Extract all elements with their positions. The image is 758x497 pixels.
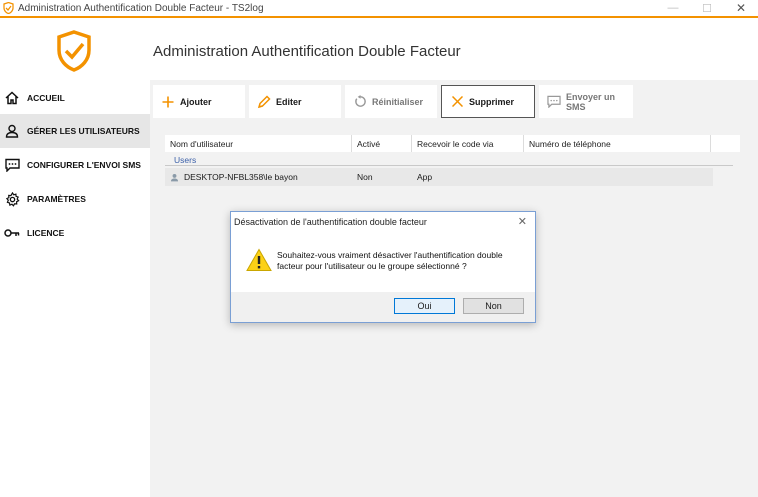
cell-username: DESKTOP-NFBL358\le bayon [165,168,352,186]
edit-button[interactable]: Editer [249,85,341,118]
grid-header: Nom d'utilisateur Activé Recevoir le cod… [165,135,740,152]
sidebar-item-label: PARAMÈTRES [27,194,86,204]
group-label-users[interactable]: Users [165,152,733,166]
toolbar: Ajouter Editer Réinitialiser Supprimer E… [153,85,637,118]
send-sms-button[interactable]: Envoyer un SMS [539,85,633,118]
reset-button[interactable]: Réinitialiser [345,85,437,118]
shield-check-icon [57,30,91,72]
no-button[interactable]: Non [463,298,524,314]
cell-phone [524,168,711,186]
key-icon [4,225,20,241]
sidebar-item-label: CONFIGURER L'ENVOI SMS [27,160,141,170]
message-icon [4,157,20,173]
gear-icon [4,191,20,207]
user-icon [4,123,20,139]
yes-button[interactable]: Oui [394,298,455,314]
add-button[interactable]: Ajouter [153,85,245,118]
sidebar: ACCUEIL GÉRER LES UTILISATEURS CONFIGURE… [0,18,150,497]
refresh-icon [353,95,367,109]
delete-button[interactable]: Supprimer [441,85,535,118]
sidebar-item-licence[interactable]: LICENCE [0,216,150,250]
dialog-message: Souhaitez-vous vraiment désactiver l'aut… [277,250,503,271]
shield-check-icon [3,2,14,14]
minimize-button[interactable]: — [656,0,690,16]
warning-icon [246,248,272,271]
dialog-close-button[interactable]: ✕ [518,215,527,228]
dialog-title: Désactivation de l'authentification doub… [234,217,427,227]
column-header-phone[interactable]: Numéro de téléphone [524,135,711,152]
pencil-icon [257,94,271,109]
message-icon [547,95,561,109]
table-row[interactable]: DESKTOP-NFBL358\le bayon Non App [165,168,713,186]
sidebar-item-sms[interactable]: CONFIGURER L'ENVOI SMS [0,148,150,182]
close-window-button[interactable]: ✕ [724,0,758,16]
dialog-body: Souhaitez-vous vraiment désactiver l'aut… [231,232,535,292]
cell-enabled: Non [357,172,373,182]
column-header-via[interactable]: Recevoir le code via [412,135,524,152]
close-icon [450,95,464,109]
sidebar-item-users[interactable]: GÉRER LES UTILISATEURS [0,114,150,148]
plus-icon [161,95,175,109]
sidebar-item-label: GÉRER LES UTILISATEURS [27,126,140,136]
sidebar-item-parametres[interactable]: PARAMÈTRES [0,182,150,216]
confirm-dialog: Désactivation de l'authentification doub… [230,211,536,323]
column-header-enabled[interactable]: Activé [352,135,412,152]
column-header-username[interactable]: Nom d'utilisateur [165,135,352,152]
window-title: Administration Authentification Double F… [18,2,264,14]
cell-via: App [417,172,433,182]
page-title: Administration Authentification Double F… [153,43,461,60]
users-grid: Nom d'utilisateur Activé Recevoir le cod… [165,135,740,186]
home-icon [4,90,20,106]
maximize-button[interactable]: ☐ [690,0,724,16]
sidebar-item-accueil[interactable]: ACCUEIL [0,81,150,115]
sidebar-item-label: LICENCE [27,228,65,238]
sidebar-item-label: ACCUEIL [27,93,65,103]
main-header: Administration Authentification Double F… [150,18,758,80]
dialog-titlebar: Désactivation de l'authentification doub… [231,212,535,232]
user-icon [170,173,179,181]
dialog-footer: Oui Non [231,292,535,322]
column-header-filler [711,135,740,152]
window-titlebar: Administration Authentification Double F… [0,0,758,18]
